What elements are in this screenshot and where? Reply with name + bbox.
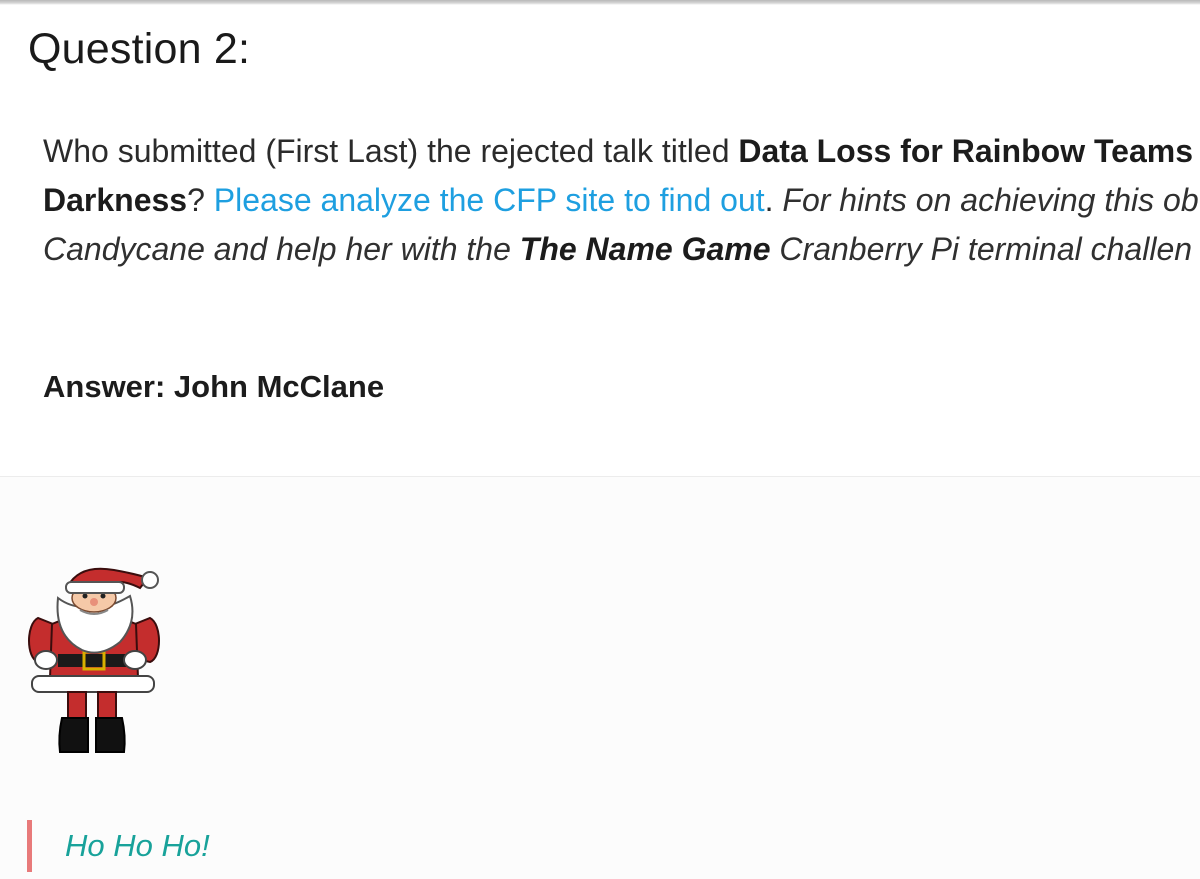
hint-challenge-name: The Name Game: [519, 231, 771, 267]
cfp-site-link[interactable]: Please analyze the CFP site to find out: [214, 182, 765, 218]
hint-text-part-1: For hints on achieving this ob: [782, 182, 1199, 218]
santa-quote: Ho Ho Ho!: [27, 820, 210, 872]
santa-claus-image: [28, 567, 160, 753]
answer-text: Answer: John McClane: [43, 369, 385, 404]
quote-text: Ho Ho Ho!: [65, 828, 210, 863]
question-line-3: Candycane and help her with the The Name…: [43, 225, 1200, 274]
question-section: Question 2: Who submitted (First Last) t…: [0, 5, 1200, 477]
question-line-2: Darkness? Please analyze the CFP site to…: [43, 176, 1200, 225]
talk-title-part-1: Data Loss for Rainbow Teams: [738, 133, 1193, 169]
talk-title-part-2: Darkness: [43, 182, 188, 218]
question-intro: Who submitted (First Last) the rejected …: [43, 133, 739, 169]
question-text: Who submitted (First Last) the rejected …: [43, 127, 1200, 274]
hint-text-part-2: Candycane and help her with the: [43, 231, 520, 267]
hint-text-part-3: Cranberry Pi terminal challen: [770, 231, 1193, 267]
question-after-link: .: [764, 182, 783, 218]
question-after-title: ?: [187, 182, 214, 218]
question-title: Question 2:: [28, 25, 251, 73]
question-line-1: Who submitted (First Last) the rejected …: [43, 127, 1200, 176]
